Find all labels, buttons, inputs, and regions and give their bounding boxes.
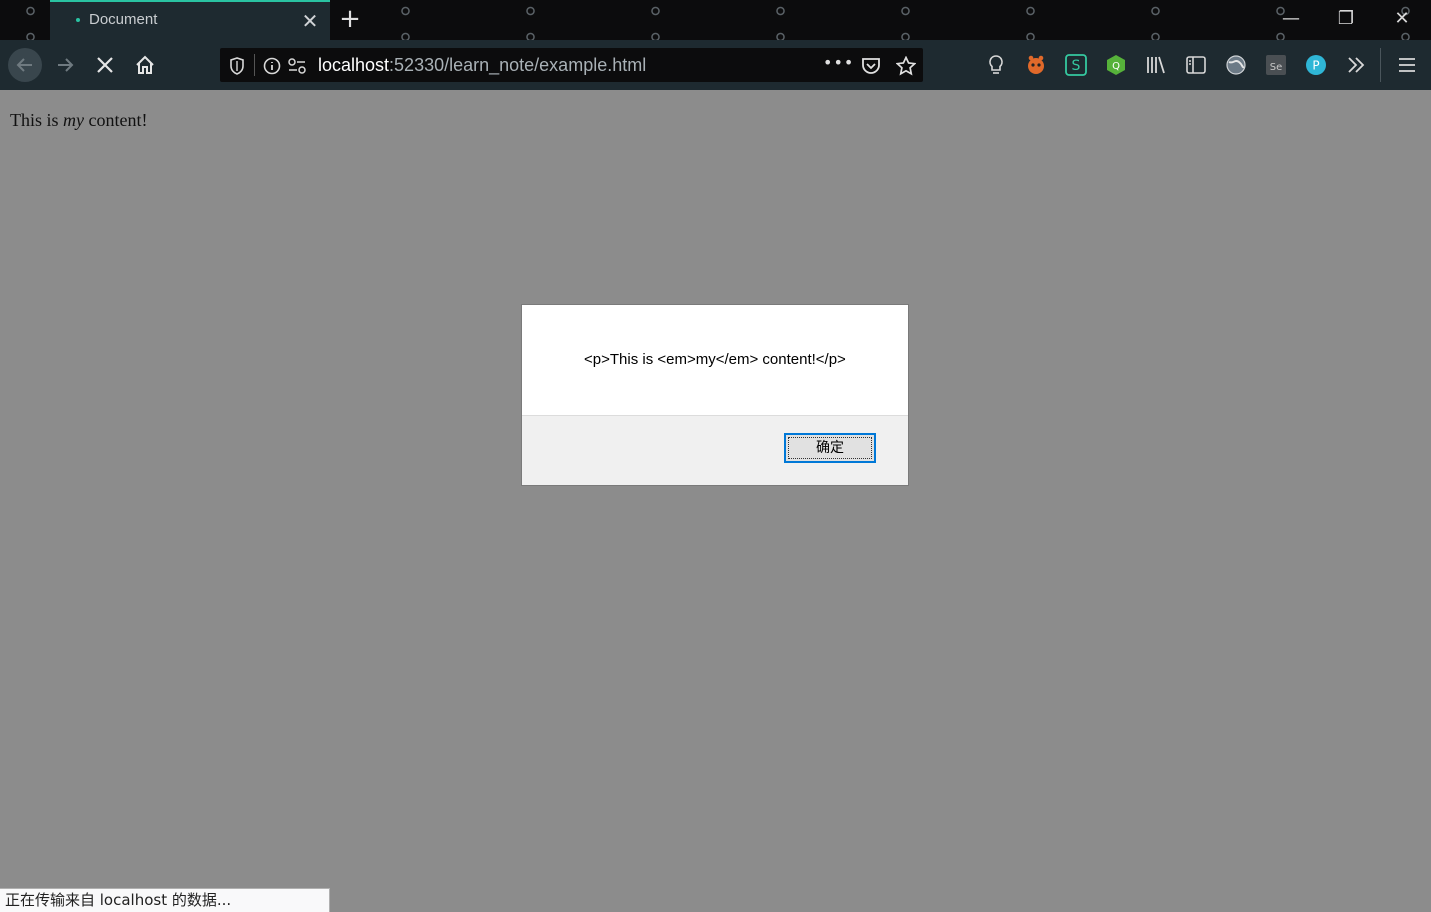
toolbar-divider — [1380, 48, 1381, 82]
svg-text:Q: Q — [1112, 61, 1120, 72]
se-extension-icon[interactable]: Se — [1264, 53, 1288, 77]
paragraph-text-start: This is — [10, 110, 64, 130]
pocket-icon[interactable] — [861, 56, 881, 76]
paragraph-text-end: content! — [84, 110, 148, 130]
status-bar: 正在传输来自 localhost 的数据... — [0, 888, 330, 912]
stop-button[interactable] — [88, 48, 122, 82]
dialog-message: <p>This is <em>my</em> content!</p> — [584, 351, 846, 368]
url-bar[interactable]: localhost:52330/learn_note/example.html … — [220, 48, 923, 82]
minimize-button[interactable]: — — [1276, 6, 1306, 32]
sidebar-icon[interactable] — [1184, 53, 1208, 77]
arrow-right-icon — [58, 58, 74, 72]
loading-dot-icon — [76, 18, 80, 22]
svg-text:Se: Se — [1270, 62, 1283, 73]
page-paragraph: This is my content! — [10, 110, 148, 131]
tampermonkey-icon[interactable] — [1024, 53, 1048, 77]
forward-button[interactable] — [48, 48, 82, 82]
home-button[interactable] — [128, 48, 162, 82]
lightbulb-icon[interactable] — [984, 53, 1008, 77]
alert-dialog: <p>This is <em>my</em> content!</p> 确定 — [521, 304, 909, 486]
tab-strip: Document ✕ + — ❐ ✕ — [0, 0, 1431, 40]
info-icon[interactable] — [262, 56, 282, 76]
overflow-icon[interactable] — [1344, 53, 1368, 77]
arrow-left-icon — [16, 58, 32, 72]
menu-icon[interactable] — [1395, 53, 1419, 77]
svg-text:S: S — [1072, 58, 1081, 74]
url-separator — [254, 54, 255, 76]
bookmark-star-icon[interactable] — [896, 56, 916, 76]
url-host: localhost — [318, 55, 390, 75]
home-icon — [136, 55, 154, 74]
maximize-button[interactable]: ❐ — [1331, 6, 1361, 32]
shield-icon[interactable] — [227, 56, 247, 76]
dialog-body: <p>This is <em>my</em> content!</p> — [522, 305, 908, 416]
p-profile-icon[interactable]: P — [1304, 53, 1328, 77]
globe-icon[interactable] — [1224, 53, 1248, 77]
library-icon[interactable] — [1144, 53, 1168, 77]
q-extension-icon[interactable]: Q — [1104, 53, 1128, 77]
svg-text:P: P — [1312, 59, 1319, 73]
back-button[interactable] — [8, 48, 42, 82]
permissions-icon[interactable] — [287, 56, 307, 76]
window-close-button[interactable]: ✕ — [1387, 6, 1417, 32]
paragraph-emphasis: my — [63, 110, 85, 130]
tab-document[interactable]: Document ✕ — [50, 0, 330, 40]
close-icon[interactable]: ✕ — [300, 11, 320, 31]
page-actions-button[interactable]: ••• — [823, 53, 854, 72]
new-tab-button[interactable]: + — [337, 6, 363, 32]
navigation-toolbar: localhost:52330/learn_note/example.html … — [0, 40, 1431, 90]
url-path: :52330/learn_note/example.html — [389, 55, 647, 75]
tab-title: Document — [89, 11, 158, 28]
url-text: localhost:52330/learn_note/example.html — [318, 55, 646, 76]
s-extension-icon[interactable]: S — [1064, 53, 1088, 77]
stop-icon — [97, 57, 113, 73]
ok-button[interactable]: 确定 — [784, 433, 876, 463]
